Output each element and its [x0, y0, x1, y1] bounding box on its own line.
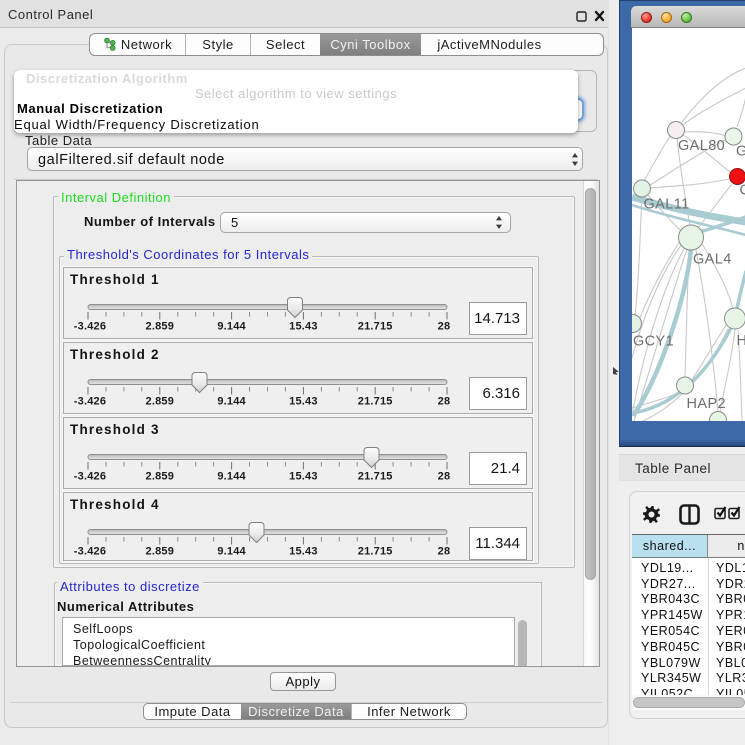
svg-text:15.43: 15.43 [289, 321, 318, 333]
svg-text:21.715: 21.715 [358, 546, 393, 558]
svg-text:2.859: 2.859 [146, 471, 175, 483]
svg-text:21.715: 21.715 [358, 396, 393, 408]
svg-text:15.43: 15.43 [289, 546, 318, 558]
svg-text:21.715: 21.715 [358, 471, 393, 483]
svg-text:HIS4: HIS4 [736, 333, 745, 349]
svg-text:GCY1: GCY1 [633, 333, 674, 349]
svg-text:9.144: 9.144 [217, 396, 246, 408]
svg-text:9.144: 9.144 [217, 321, 246, 333]
svg-text:9.144: 9.144 [217, 546, 246, 558]
svg-text:-3.426: -3.426 [74, 396, 106, 408]
svg-text:21.715: 21.715 [358, 321, 393, 333]
svg-text:28: 28 [438, 396, 451, 408]
svg-text:15.43: 15.43 [289, 471, 318, 483]
svg-text:28: 28 [438, 546, 451, 558]
svg-text:-3.426: -3.426 [74, 471, 106, 483]
svg-text:15.43: 15.43 [289, 396, 318, 408]
svg-text:28: 28 [438, 471, 451, 483]
svg-text:-3.426: -3.426 [74, 321, 106, 333]
svg-text:28: 28 [438, 321, 451, 333]
svg-text:9.144: 9.144 [217, 471, 246, 483]
svg-text:GAL3: GAL3 [736, 143, 745, 159]
svg-text:2.859: 2.859 [146, 546, 175, 558]
svg-text:HAP2: HAP2 [686, 396, 725, 412]
svg-text:GAL80: GAL80 [678, 138, 725, 154]
svg-text:GAL4: GAL4 [693, 251, 732, 267]
svg-text:-3.426: -3.426 [74, 546, 106, 558]
svg-text:GAL11: GAL11 [643, 196, 689, 212]
svg-text:2.859: 2.859 [146, 321, 175, 333]
svg-text:2.859: 2.859 [146, 396, 175, 408]
svg-text:CDC1: CDC1 [739, 182, 745, 198]
